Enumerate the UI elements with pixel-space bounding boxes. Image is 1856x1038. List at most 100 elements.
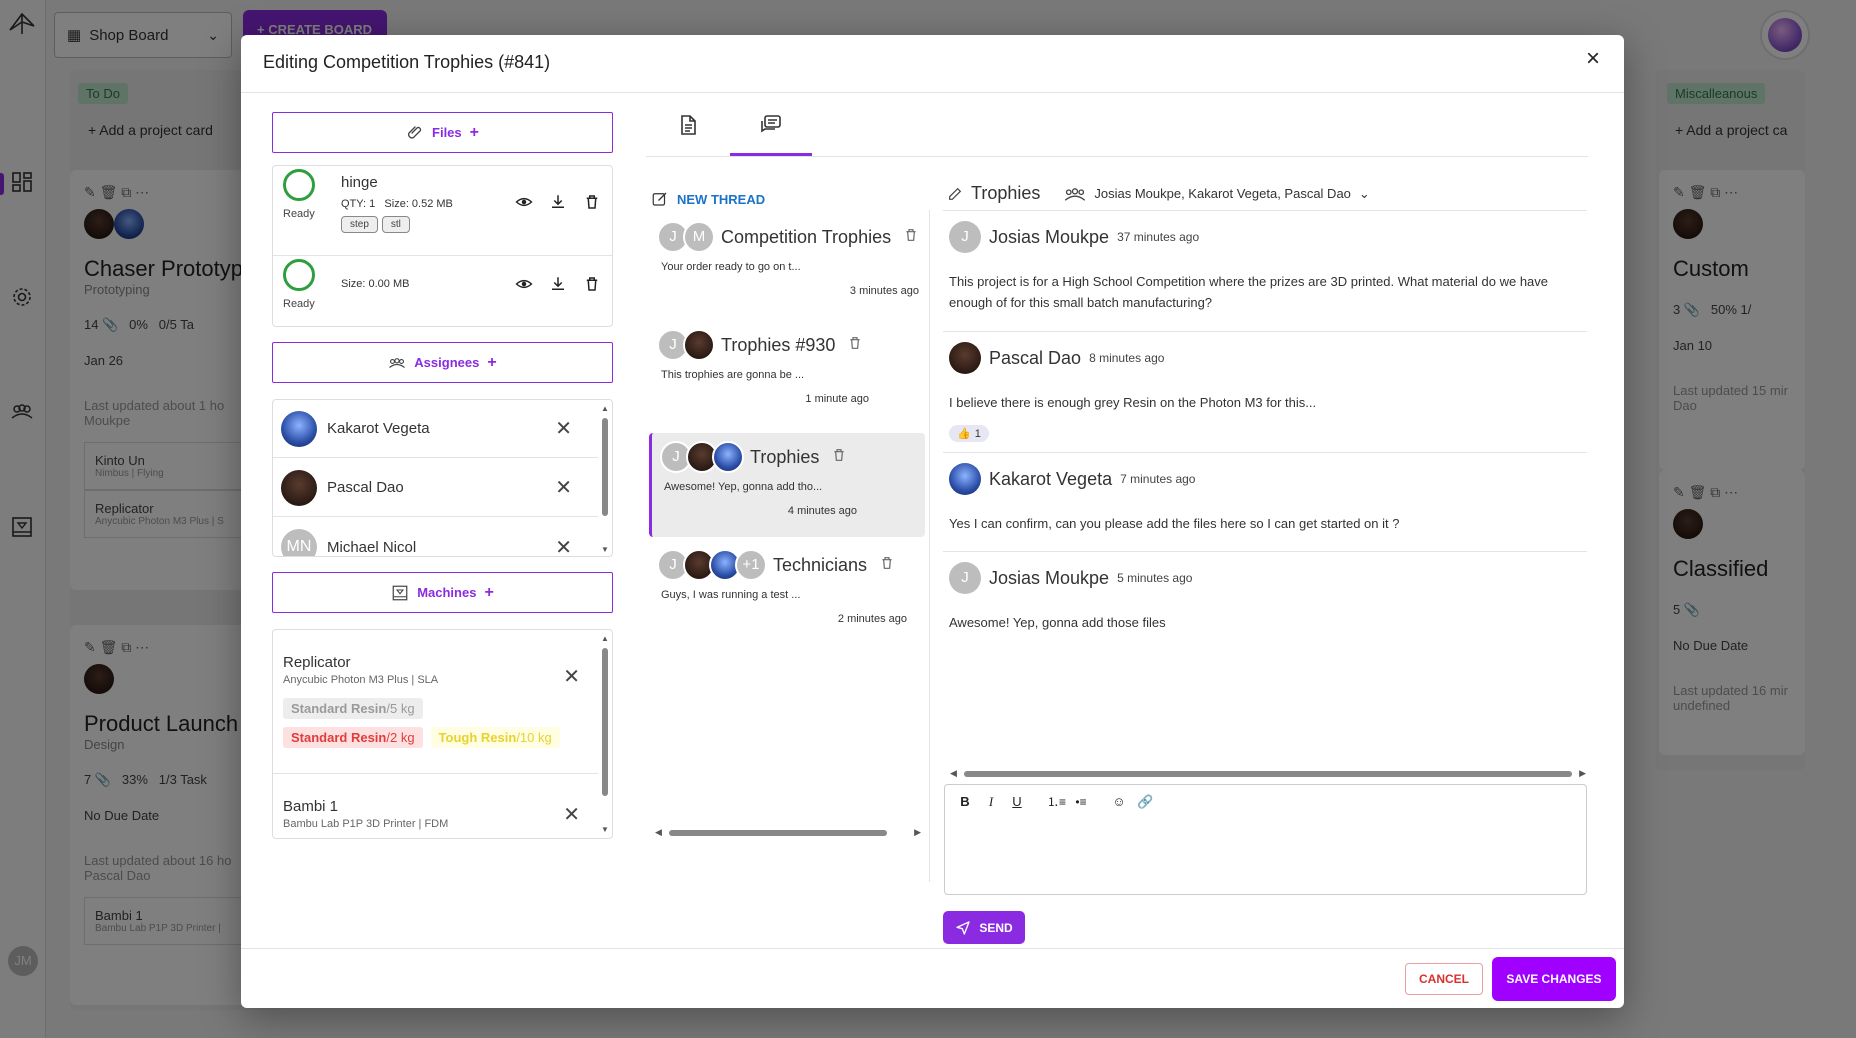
thumbs-up-icon: 👍 [957, 428, 971, 440]
document-icon [681, 115, 696, 135]
send-button[interactable]: SEND [943, 911, 1025, 944]
thread-preview: Guys, I was running a test ... [661, 589, 801, 601]
scroll-up-icon[interactable]: ▲ [601, 404, 609, 413]
conversation-title: Trophies [971, 183, 1041, 203]
bullet-list-icon[interactable]: •≡ [1073, 795, 1089, 809]
conversation-header: Trophies Josias Moukpe, Kakarot Vegeta, … [947, 183, 1587, 204]
edit-icon[interactable] [947, 186, 963, 202]
divider [241, 92, 1624, 93]
file-tag[interactable]: stl [381, 216, 410, 233]
scroll-right-icon[interactable]: ▶ [1579, 768, 1586, 779]
eye-icon[interactable] [514, 274, 534, 294]
close-icon[interactable]: × [1580, 47, 1606, 73]
chevron-down-icon: ⌄ [1358, 185, 1370, 201]
assignee-name: Kakarot Vegeta [327, 420, 430, 437]
scroll-up-icon[interactable]: ▲ [601, 634, 609, 643]
trash-icon[interactable] [582, 192, 602, 212]
ordered-list-icon[interactable]: ⒈≡ [1047, 793, 1066, 810]
message-head: Pascal Dao 8 minutes ago [949, 342, 1581, 374]
machines-button[interactable]: Machines + [272, 572, 613, 613]
scroll-left-icon[interactable]: ◀ [950, 768, 957, 779]
remove-icon[interactable]: ✕ [563, 664, 580, 689]
thread-preview: Awesome! Yep, gonna add tho... [664, 481, 823, 493]
trash-icon[interactable] [903, 227, 919, 248]
file-meta: QTY: 1 Size: 0.52 MB [341, 198, 453, 210]
remove-icon[interactable]: ✕ [563, 802, 580, 827]
remove-icon[interactable]: ✕ [555, 535, 572, 557]
new-thread-button[interactable]: NEW THREAD [651, 190, 765, 208]
scroll-left-icon[interactable]: ◀ [655, 827, 662, 838]
scroll-right-icon[interactable]: ▶ [914, 827, 921, 838]
file-tag[interactable]: step [341, 216, 378, 233]
machine-row: Bambi 1 Bambu Lab P1P 3D Printer | FDM ✕ [273, 790, 598, 838]
remove-icon[interactable]: ✕ [555, 416, 572, 441]
resin-badge: Tough Resin/10 kg [430, 727, 560, 748]
assignees-label: Assignees [414, 355, 480, 370]
avatar: J [949, 221, 981, 253]
link-icon[interactable]: 🔗 [1137, 794, 1153, 810]
assignees-button[interactable]: Assignees + [272, 342, 613, 383]
resin-amount: /2 kg [386, 730, 415, 745]
scroll-thumb[interactable] [602, 418, 608, 516]
scroll-thumb[interactable] [964, 771, 1572, 777]
thread-title: Technicians [773, 554, 868, 575]
trash-icon[interactable] [831, 447, 847, 468]
avatar [683, 329, 715, 361]
message-body: Yes I can confirm, can you please add th… [949, 516, 1400, 531]
thread-item[interactable]: J M Competition Trophies Your order read… [649, 213, 927, 305]
assignee-name: Michael Nicol [327, 538, 417, 556]
underline-icon[interactable]: U [1009, 794, 1025, 809]
thread-title: Competition Trophies [721, 226, 892, 247]
resin-amount: /5 kg [386, 701, 415, 716]
files-button[interactable]: Files + [272, 112, 613, 153]
files-panel: Ready hinge QTY: 1 Size: 0.52 MB step stl… [272, 165, 613, 327]
thread-title: Trophies #930 [721, 334, 836, 355]
machine-name: Bambi 1 [283, 798, 339, 815]
save-changes-button[interactable]: SAVE CHANGES [1492, 957, 1616, 1001]
trash-icon[interactable] [879, 555, 895, 576]
emoji-icon[interactable]: ☺ [1111, 794, 1127, 809]
resin-badge: Standard Resin/2 kg [283, 727, 423, 748]
trash-icon[interactable] [582, 274, 602, 294]
resin-amount: /10 kg [516, 730, 552, 745]
conversation-scrollbar[interactable]: ◀ ▶ [950, 768, 1586, 778]
message-head: J Josias Moukpe 5 minutes ago [949, 562, 1581, 594]
reaction-badge[interactable]: 👍 1 [949, 425, 989, 442]
scroll-thumb[interactable] [669, 830, 887, 836]
avatar [281, 410, 317, 447]
download-icon[interactable] [548, 274, 568, 294]
eye-icon[interactable] [514, 192, 534, 212]
thread-item[interactable]: J Trophies #930 This trophies are gonna … [649, 321, 927, 413]
threads-scrollbar[interactable]: ◀ ▶ [655, 827, 921, 837]
message: Kakarot Vegeta 7 minutes ago Yes I can c… [943, 452, 1587, 552]
tab-chat[interactable] [731, 105, 811, 145]
avatar [949, 463, 981, 495]
thread-item[interactable]: J +1 Technicians Guys, I was running a t… [649, 541, 927, 633]
remove-icon[interactable]: ✕ [555, 475, 572, 500]
file-tags: step stl [341, 216, 414, 233]
scrollbar[interactable]: ▲ ▼ [601, 634, 609, 834]
file-status: Ready [283, 208, 315, 220]
assignee-row: MN Michael Nicol ✕ [273, 518, 598, 557]
thread-time: 4 minutes ago [787, 505, 857, 517]
bold-icon[interactable]: B [957, 794, 973, 809]
participants-dropdown[interactable]: Josias Moukpe, Kakarot Vegeta, Pascal Da… [1064, 185, 1370, 202]
thread-head: J +1 Technicians [657, 549, 919, 581]
download-icon[interactable] [548, 192, 568, 212]
cancel-button[interactable]: CANCEL [1405, 963, 1483, 995]
message-editor[interactable]: B I U ⒈≡ •≡ ☺ 🔗 [944, 784, 1587, 895]
edit-icon [652, 192, 667, 206]
thread-item-active[interactable]: J Trophies Awesome! Yep, gonna add tho..… [649, 433, 925, 537]
file-size: Size: 0.52 MB [384, 198, 453, 210]
file-actions [514, 274, 602, 294]
tab-details[interactable] [648, 105, 728, 145]
modal-title: Editing Competition Trophies (#841) [263, 52, 551, 72]
file-row: Ready hinge QTY: 1 Size: 0.52 MB step stl [273, 166, 612, 254]
scroll-down-icon[interactable]: ▼ [601, 545, 609, 554]
trash-icon[interactable] [847, 335, 863, 356]
italic-icon[interactable]: I [983, 794, 999, 810]
scroll-down-icon[interactable]: ▼ [601, 825, 609, 834]
message-body: Awesome! Yep, gonna add those files [949, 615, 1166, 630]
scrollbar[interactable]: ▲ ▼ [601, 404, 609, 554]
scroll-thumb[interactable] [602, 648, 608, 796]
